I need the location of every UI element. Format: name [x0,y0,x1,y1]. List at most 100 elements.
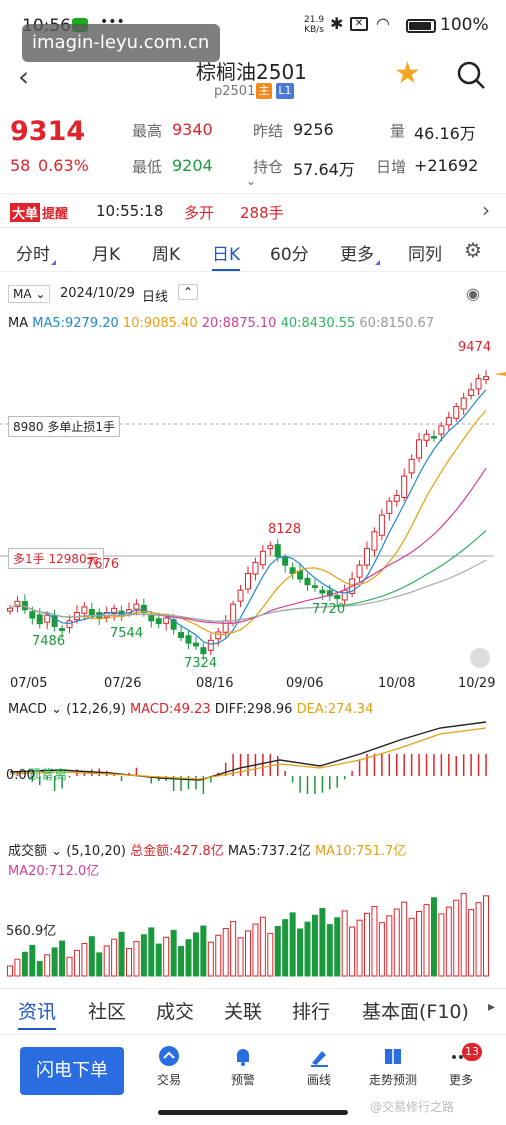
candle-body [133,603,140,610]
trade-button[interactable]: 交易 [134,1045,204,1088]
candle-body [237,589,244,602]
indicator-select[interactable]: MA ⌄ [8,285,51,303]
volume-bar [364,912,370,977]
volume-bar [148,927,155,977]
footer-watermark: @交易修行之路 [370,1100,455,1114]
candle-body [192,642,199,647]
candle-body [356,564,363,578]
volume-bar [445,906,452,977]
volume-bar [237,937,244,977]
tab-daily[interactable]: 日K [212,240,241,271]
volume-bar [408,917,415,977]
volume-label: 量 [390,122,406,140]
notification-badge: 13 [462,1043,482,1061]
open-interest-value: 57.64万 [293,160,355,179]
expand-chevron-icon[interactable]: ⌄ [246,174,256,188]
back-button[interactable]: ‹ [18,60,29,93]
volume-bar [334,917,341,977]
volume-bar [73,949,80,977]
tab-compare[interactable]: 同列 [408,240,442,265]
volume-bar [475,902,482,977]
volume-bar [59,940,66,977]
collapse-button[interactable]: ⌃ [178,284,199,300]
diff-value: DIFF:298.96 [214,702,293,717]
vol-ma10: MA10:751.7亿 [314,844,407,859]
tab-news[interactable]: 资讯 [18,997,57,1030]
volume-bar [222,927,229,977]
volume-chart[interactable] [0,876,506,978]
alert-button[interactable]: 预警 [208,1045,278,1088]
volume-bar [230,921,237,977]
trend-forecast-button[interactable]: 走势预测 [358,1045,428,1088]
favorite-star-icon[interactable]: ★ [394,56,421,91]
peak-mark-7676: 7676 [86,557,120,572]
tab-weekly[interactable]: 周K [152,240,180,265]
candlestick-chart[interactable] [0,334,506,680]
volume-bar [386,915,393,977]
candle-body [289,567,296,575]
flash-order-button[interactable]: 闪电下单 [20,1047,124,1095]
low-mark-7324: 7324 [184,656,218,671]
alert-action: 多开 [184,204,215,222]
volume-bar [401,901,408,977]
volume-bar [192,932,199,977]
tab-related[interactable]: 关联 [224,997,262,1024]
candle-body [364,547,370,566]
volume-bar [483,895,489,977]
tab-ranking[interactable]: 排行 [292,997,330,1024]
candle-body [259,550,266,566]
volume-bar [453,899,460,977]
date-label: 10/29 [458,676,496,691]
home-indicator[interactable] [158,1110,348,1115]
big-order-alert[interactable]: 大单 提醒 10:55:18 多开 288手 › [0,196,506,228]
candle-body [371,531,378,551]
volume-bar [66,956,73,977]
candle-body [252,561,259,575]
candle-body [297,570,304,580]
candle-body [393,495,400,502]
tab-monthly[interactable]: 月K [92,240,120,265]
volume-bar [81,943,88,977]
volume-bar [326,924,333,977]
high-value: 9340 [172,120,213,139]
alert-size: 288手 [240,204,284,222]
macd-chart[interactable] [0,720,506,826]
candle-body [408,458,415,474]
candle-body [445,417,452,426]
price-marker [494,372,506,376]
tab-fundamentals[interactable]: 基本面(F10) [362,997,469,1024]
tab-60min[interactable]: 60分 [270,240,309,265]
bell-icon [237,1049,249,1066]
volume-bar [460,892,467,977]
tab-community[interactable]: 社区 [88,997,126,1024]
draw-line-button[interactable]: 画线 [284,1045,354,1088]
candle-body [148,615,155,622]
tab-more[interactable]: 更多 [340,240,380,265]
low-value: 9204 [172,156,213,175]
tab-intraday[interactable]: 分时 [16,240,56,265]
volume-bar [88,936,95,977]
candle-body [453,405,460,419]
volume-bar [349,926,356,977]
volume-bar [178,946,185,977]
eye-icon[interactable]: ◉ [466,284,480,303]
volume-bar [44,954,51,977]
more-button[interactable]: 更多 [426,1045,496,1088]
volume-bar [259,916,266,977]
volume-bar [416,910,423,977]
battery-percent: 100% [440,15,489,35]
settings-gear-icon[interactable]: ⚙ [464,238,482,262]
stop-loss-tag[interactable]: 8980 多单止损1手 [8,416,120,437]
volume-bar [319,907,326,977]
volume-bar [393,908,400,977]
search-icon[interactable] [456,60,486,90]
candle-body [36,614,43,625]
date-label: 07/26 [104,676,142,691]
volume-bar [356,919,363,977]
wifi-icon: ◠ [376,14,390,33]
candle-body [386,500,393,514]
candle-body [215,631,222,640]
tab-trades[interactable]: 成交 [156,997,194,1024]
scroll-right-icon[interactable]: ▸ [488,999,495,1015]
volume-bar [155,943,162,977]
